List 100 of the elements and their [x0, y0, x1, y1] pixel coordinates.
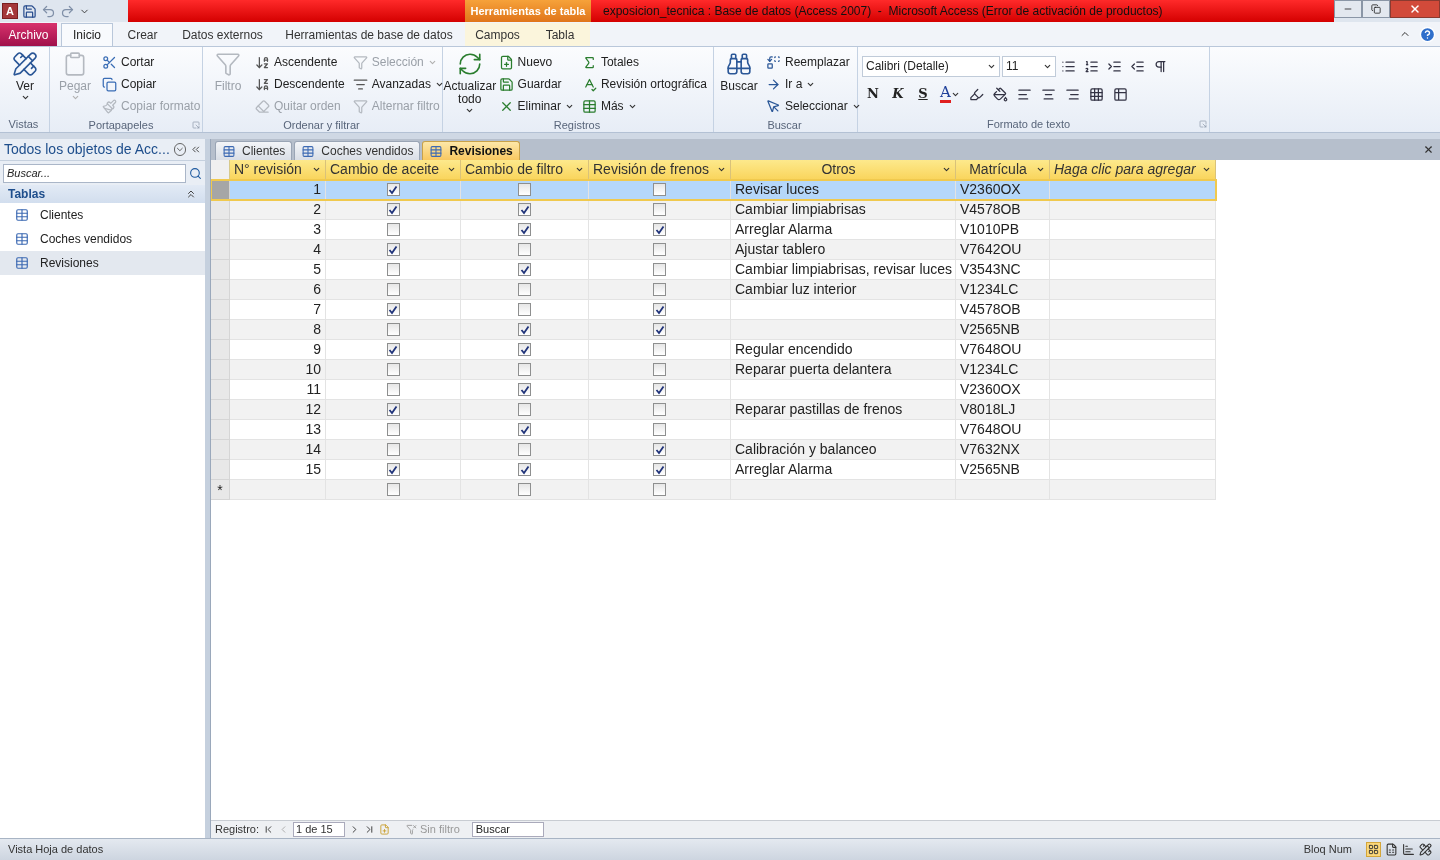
close-button[interactable]	[1390, 0, 1440, 18]
checkbox[interactable]	[518, 463, 531, 476]
checkbox[interactable]	[386, 403, 400, 416]
save-icon[interactable]	[22, 3, 37, 19]
table-row[interactable]: 4 Ajustar tablero V7642OU	[211, 240, 1216, 260]
collapse-section-icon[interactable]	[185, 188, 197, 200]
checkbox[interactable]	[386, 323, 400, 336]
collapse-pane-icon[interactable]	[189, 143, 201, 156]
ribbon-button[interactable]: Ir a	[764, 73, 863, 95]
ribbon-button[interactable]: Seleccionar	[764, 95, 863, 117]
section-header[interactable]: Tablas	[8, 185, 46, 203]
checkbox[interactable]	[386, 363, 400, 376]
checkbox[interactable]	[386, 303, 400, 316]
close-icon[interactable]	[1423, 144, 1434, 155]
checkbox[interactable]	[653, 423, 666, 436]
checkbox[interactable]	[518, 343, 531, 356]
table-row[interactable]: 6 Cambiar luz interior V1234LC	[211, 280, 1216, 300]
document-tab[interactable]: Coches vendidos	[294, 141, 421, 160]
checkbox[interactable]	[518, 183, 531, 196]
checkbox[interactable]	[653, 343, 666, 356]
ribbon-tab[interactable]: Campos	[465, 23, 530, 46]
checkbox[interactable]	[518, 443, 531, 456]
ribbon-tab[interactable]: Datos externos	[172, 23, 273, 46]
checkbox[interactable]	[653, 223, 666, 236]
font-dropdown[interactable]: Calibri (Detalle)	[862, 55, 1000, 77]
checkbox[interactable]	[653, 403, 666, 416]
checkbox[interactable]	[386, 203, 400, 216]
ribbon-button[interactable]: Totales	[579, 51, 709, 73]
table-row[interactable]: 14 Calibración y balanceo V7632NX	[211, 440, 1216, 460]
table-row[interactable]: 5 Cambiar limpiabrisas, revisar luces V3543NC	[211, 260, 1216, 280]
table-row[interactable]: 11 V2360OX	[211, 380, 1216, 400]
table-row[interactable]: 7 V4578OB	[211, 300, 1216, 320]
checkbox[interactable]	[386, 343, 400, 356]
table-row[interactable]: 2 Cambiar limpiabrisas V4578OB	[211, 200, 1216, 220]
font-size-dropdown[interactable]: 11	[1002, 55, 1056, 77]
table-row[interactable]: 9 Regular encendido V7648OU	[211, 340, 1216, 360]
checkbox[interactable]	[653, 443, 666, 456]
table-row[interactable]: 12 Reparar pastillas de frenos V8018LJ	[211, 400, 1216, 420]
checkbox[interactable]	[386, 423, 400, 436]
design-view-icon[interactable]	[1419, 843, 1432, 856]
bold-button[interactable]: N	[862, 83, 884, 105]
underline-button[interactable]: S	[912, 83, 934, 105]
checkbox[interactable]	[518, 363, 531, 376]
checkbox[interactable]	[386, 463, 400, 476]
search-field[interactable]: Buscar	[471, 822, 544, 837]
table-row[interactable]: 15 Arreglar Alarma V2565NB	[211, 460, 1216, 480]
document-tab[interactable]: Revisiones	[422, 141, 520, 160]
search-field[interactable]: Buscar...	[3, 163, 186, 183]
table-row[interactable]: 13 V7648OU	[211, 420, 1216, 440]
minimize-button[interactable]	[1334, 0, 1362, 18]
new-record-icon[interactable]	[379, 824, 391, 835]
ribbon-large-button[interactable]: Buscar	[718, 51, 760, 93]
datasheet-view-icon[interactable]	[1366, 842, 1381, 857]
checkbox[interactable]	[386, 443, 400, 456]
ribbon-tab[interactable]: Crear	[113, 23, 172, 46]
checkbox[interactable]	[653, 303, 666, 316]
ribbon-button[interactable]: Descendente	[253, 73, 347, 95]
table-row[interactable]: 1 Revisar luces V2360OX	[211, 180, 1216, 200]
checkbox[interactable]	[653, 383, 666, 396]
restore-button[interactable]	[1362, 0, 1390, 18]
checkbox[interactable]	[518, 303, 531, 316]
checkbox[interactable]	[653, 203, 666, 216]
ribbon-button[interactable]: Eliminar	[496, 95, 576, 117]
checkbox[interactable]	[386, 263, 400, 276]
pivot-table-icon[interactable]	[1385, 843, 1398, 856]
checkbox[interactable]	[518, 383, 531, 396]
ribbon-large-button[interactable]: Ver	[4, 51, 46, 102]
nav-item[interactable]: Revisiones	[0, 251, 205, 275]
checkbox[interactable]	[518, 323, 531, 336]
ribbon-button[interactable]: Nuevo	[496, 51, 576, 73]
font-color-button[interactable]: A	[937, 83, 963, 105]
ribbon-tab[interactable]: Tabla	[530, 23, 590, 46]
checkbox[interactable]	[386, 223, 400, 236]
redo-icon[interactable]	[60, 3, 75, 19]
checkbox[interactable]	[518, 203, 531, 216]
document-tab[interactable]: Clientes	[215, 141, 293, 160]
nav-item[interactable]: Clientes	[0, 203, 205, 227]
checkbox[interactable]	[386, 283, 400, 296]
checkbox[interactable]	[518, 403, 531, 416]
checkbox[interactable]	[386, 383, 400, 396]
table-row[interactable]: 8 V2565NB	[211, 320, 1216, 340]
nav-item[interactable]: Coches vendidos	[0, 227, 205, 251]
ribbon-button[interactable]: Más	[579, 95, 709, 117]
checkbox[interactable]	[518, 283, 531, 296]
ribbon-tab[interactable]: Archivo	[0, 23, 57, 46]
help-icon[interactable]	[1419, 26, 1436, 43]
ribbon-button[interactable]: Reemplazar	[764, 51, 863, 73]
search-icon[interactable]	[189, 166, 202, 180]
dialog-launcher-icon[interactable]	[1199, 120, 1207, 128]
checkbox[interactable]	[653, 263, 666, 276]
ribbon-button[interactable]: Guardar	[496, 73, 576, 95]
ribbon-button[interactable]: Cortar	[100, 51, 203, 73]
ribbon-button[interactable]: Revisión ortográfica	[579, 73, 709, 95]
checkbox[interactable]	[386, 183, 400, 196]
checkbox[interactable]	[518, 483, 531, 496]
ribbon-button[interactable]: Copiar	[100, 73, 203, 95]
checkbox[interactable]	[518, 423, 531, 436]
row-selector[interactable]	[211, 180, 230, 200]
record-position-field[interactable]: 1 de 15	[293, 822, 346, 837]
checkbox[interactable]	[653, 243, 666, 256]
